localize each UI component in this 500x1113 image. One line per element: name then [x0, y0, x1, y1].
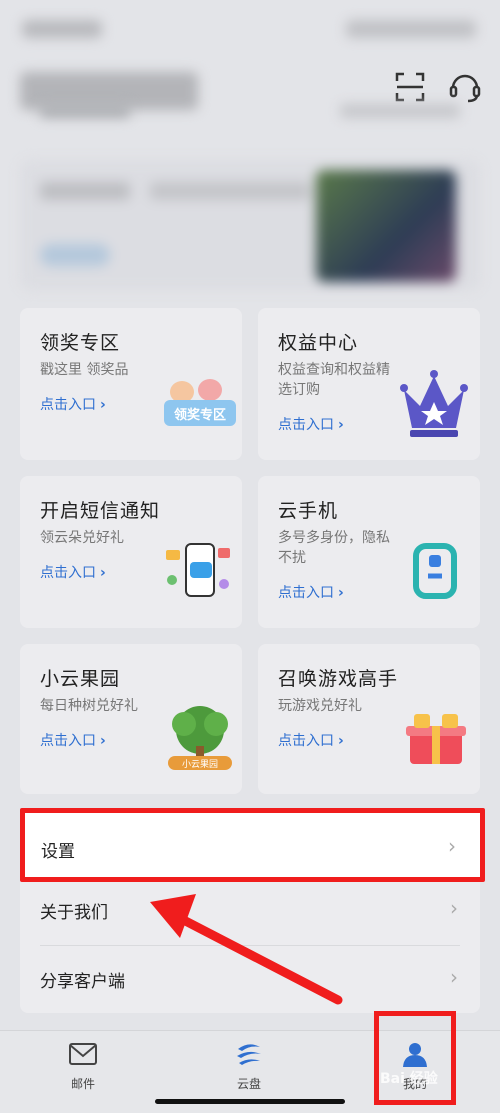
card-entry-link[interactable]: 点击入口 › [278, 414, 344, 434]
tab-mail[interactable]: 邮件 [43, 1041, 123, 1092]
watermark: Bai 经验 [380, 1071, 438, 1087]
partial-menu-row[interactable] [20, 104, 480, 120]
list-item-label: 设置 [41, 842, 75, 862]
card-title: 权益中心 [278, 332, 359, 354]
list-item-share[interactable]: 分享客户端 › [20, 945, 480, 1013]
list-item-label: 分享客户端 [40, 972, 125, 992]
chevron-right-icon: › [450, 896, 458, 920]
card-subtitle: 戳这里 领奖品 [40, 362, 129, 378]
tab-label: 云盘 [236, 1077, 261, 1091]
card-entry-link[interactable]: 点击入口 › [278, 582, 344, 602]
status-bar [0, 0, 500, 60]
card-entry-link[interactable]: 点击入口 › [40, 394, 106, 414]
card-orchard[interactable]: 小云果园 每日种树兑好礼 点击入口 › 小云果园 [20, 644, 242, 794]
card-subtitle: 权益查询和权益精选订购 [278, 362, 390, 398]
status-indicators [346, 20, 476, 38]
list-item-label: 关于我们 [40, 903, 108, 923]
mail-icon [69, 1043, 97, 1065]
card-benefits[interactable]: 权益中心 权益查询和权益精选订购 点击入口 › [258, 308, 480, 460]
card-title: 开启短信通知 [40, 500, 161, 522]
cloud-phone-icon [413, 543, 457, 599]
card-subtitle: 玩游戏兑好礼 [278, 698, 362, 714]
card-title: 领奖专区 [40, 332, 121, 354]
card-entry-link[interactable]: 点击入口 › [40, 730, 106, 750]
card-subtitle: 领云朵兑好礼 [40, 530, 124, 546]
list-item-settings[interactable]: 设置 › [20, 808, 485, 882]
card-title: 小云果园 [40, 668, 121, 690]
tab-label: 邮件 [70, 1077, 95, 1091]
svg-text:领奖专区: 领奖专区 [174, 407, 226, 423]
card-subtitle: 每日种树兑好礼 [40, 698, 138, 714]
card-title: 云手机 [278, 500, 339, 522]
card-title: 召唤游戏高手 [278, 668, 399, 690]
headset-icon[interactable] [446, 68, 484, 106]
cloud-icon [237, 1044, 261, 1065]
card-entry-link[interactable]: 点击入口 › [278, 730, 344, 750]
card-cloud-phone[interactable]: 云手机 多号多身份，隐私不扰 点击入口 › [258, 476, 480, 628]
crown-icon [400, 370, 468, 437]
chevron-right-icon: › [448, 834, 456, 858]
card-subtitle: 多号多身份，隐私不扰 [278, 530, 390, 566]
chevron-right-icon: › [450, 965, 458, 989]
tree-icon: 小云果园 [168, 706, 232, 770]
card-entry-link[interactable]: 点击入口 › [40, 562, 106, 582]
tab-cloud[interactable]: 云盘 [209, 1041, 289, 1092]
status-time [22, 20, 102, 38]
gift-box-icon [406, 714, 466, 764]
gift-illustration-icon: 领奖专区 [164, 379, 236, 426]
card-game-master[interactable]: 召唤游戏高手 玩游戏兑好礼 点击入口 › [258, 644, 480, 794]
card-rewards[interactable]: 领奖专区 戳这里 领奖品 点击入口 › 领奖专区 [20, 308, 242, 460]
list-item-about[interactable]: 关于我们 › [20, 876, 480, 944]
phone-message-icon [166, 543, 230, 597]
promo-banner[interactable] [20, 160, 480, 290]
card-sms-notify[interactable]: 开启短信通知 领云朵兑好礼 点击入口 › [20, 476, 242, 628]
svg-text:小云果园: 小云果园 [182, 759, 218, 770]
highlight-box [374, 1011, 456, 1105]
scan-icon[interactable] [393, 70, 427, 104]
home-indicator [155, 1099, 345, 1104]
